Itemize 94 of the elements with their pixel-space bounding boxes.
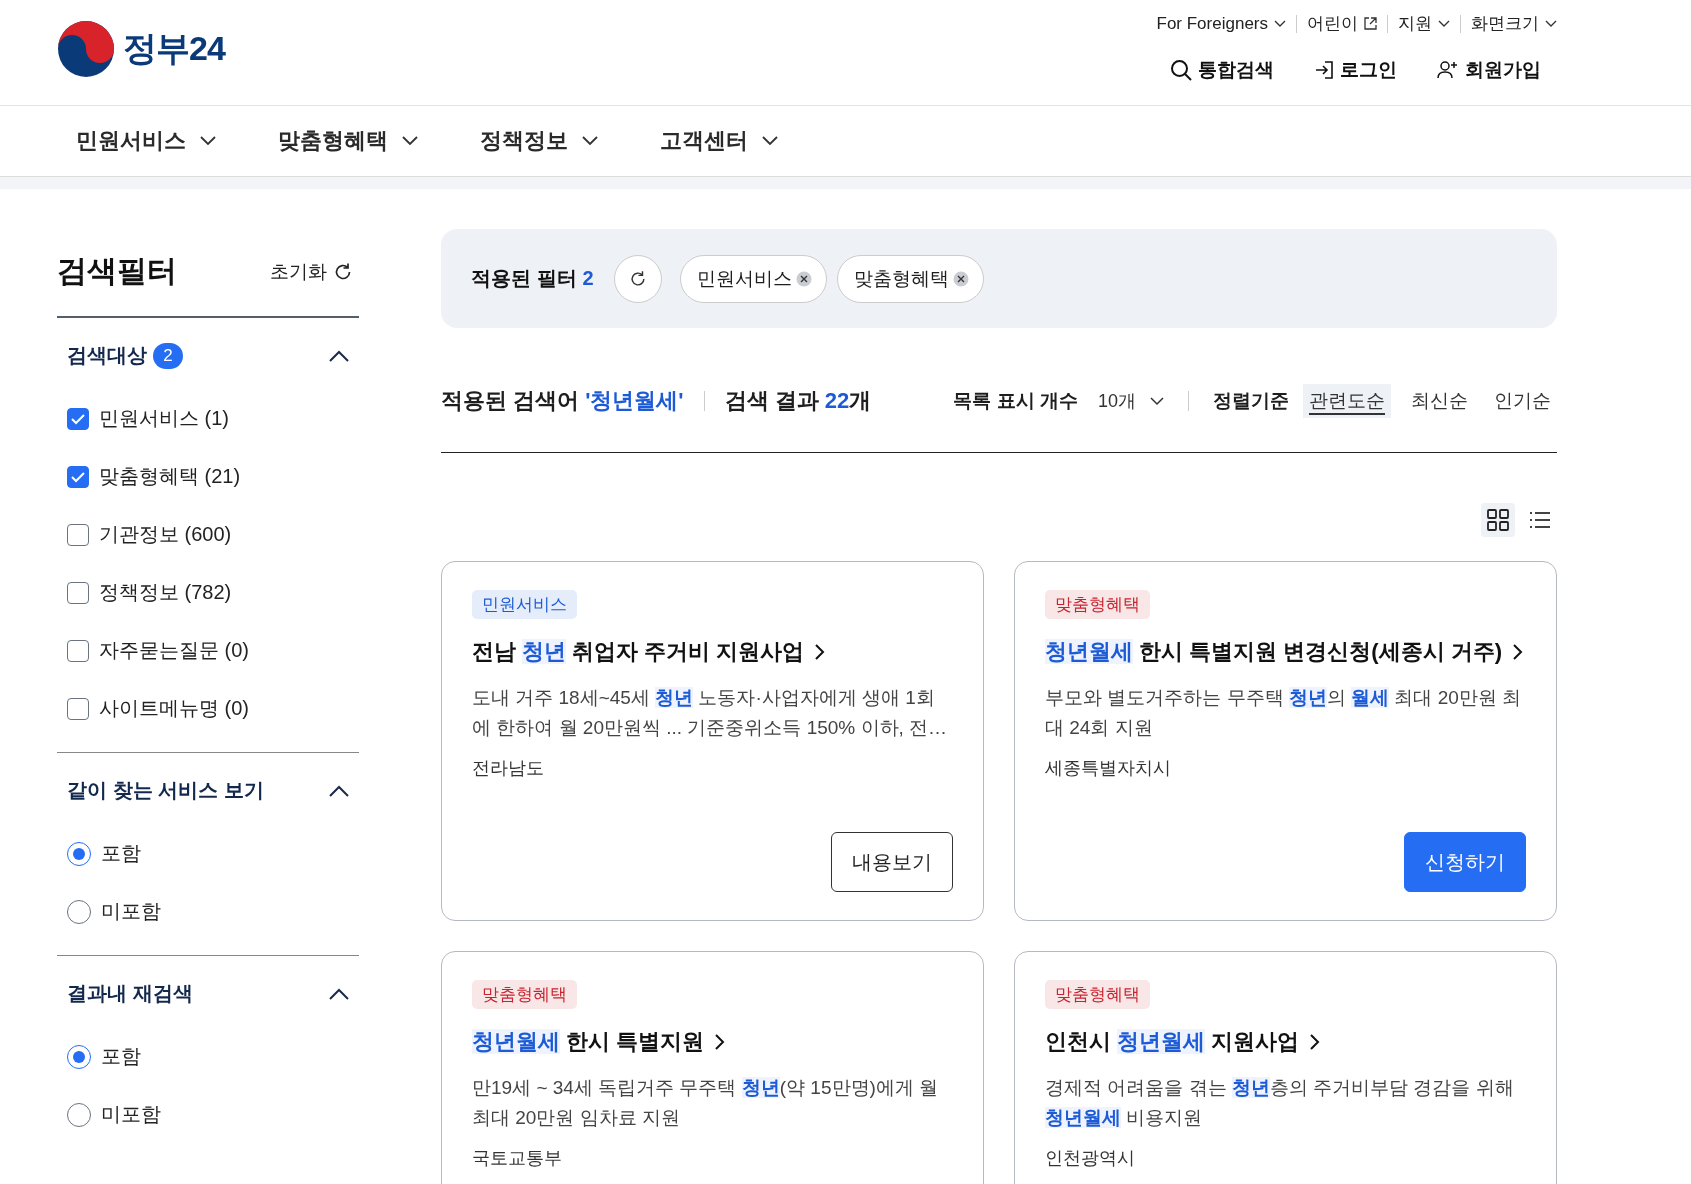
grid-view-button[interactable]: [1481, 503, 1515, 537]
checkbox-label: 정책정보 (782): [99, 580, 232, 605]
category-tag: 맞춤형혜택: [472, 980, 577, 1009]
checkbox[interactable]: [67, 523, 89, 546]
checkbox[interactable]: [67, 697, 89, 720]
sort-label: 정렬기준: [1213, 389, 1289, 413]
organization-name: 전라남도: [472, 756, 544, 780]
utility-link[interactable]: 지원: [1398, 12, 1450, 35]
checkbox[interactable]: [67, 581, 89, 604]
result-count-label: 검색 결과: [724, 387, 819, 415]
checkbox-label: 자주묻는질문 (0): [99, 638, 249, 663]
applied-filter-count: 2: [582, 267, 594, 290]
organization-name: 인천광역시: [1045, 1146, 1135, 1170]
category-tag: 맞춤형혜택: [1045, 590, 1150, 619]
chevron-right-icon: [1512, 643, 1524, 661]
radio-label: 미포함: [101, 899, 161, 924]
refresh-icon: [628, 269, 647, 288]
organization-name: 국토교통부: [472, 1146, 562, 1170]
filter-chip[interactable]: 맞춤형혜택: [836, 254, 984, 303]
search-term: '청년월세': [585, 387, 684, 415]
chevron-down-icon: [762, 136, 778, 146]
apply-button[interactable]: 신청하기: [1404, 832, 1526, 892]
radio-label: 미포함: [101, 1102, 161, 1127]
add-user-icon: [1437, 60, 1459, 80]
section-title: 결과내 재검색: [67, 981, 193, 1006]
grid-icon: [1486, 508, 1510, 532]
checkbox[interactable]: [67, 407, 89, 430]
chevron-down-icon: [582, 136, 598, 146]
check-icon: [70, 470, 86, 483]
header-action-link[interactable]: 로그인: [1314, 57, 1397, 83]
nav-menu-item[interactable]: 정책정보: [480, 126, 598, 156]
logo-text[interactable]: 정부24: [123, 26, 225, 72]
remove-icon[interactable]: [795, 270, 812, 287]
card-title-link[interactable]: 전남 청년 취업자 주거비 지원사업: [472, 637, 826, 667]
chevron-up-icon[interactable]: [329, 784, 349, 797]
utility-link[interactable]: 어린이: [1307, 12, 1377, 35]
filter-title: 검색필터: [57, 253, 177, 289]
sort-option[interactable]: 최신순: [1405, 384, 1474, 418]
remove-icon[interactable]: [952, 270, 969, 287]
result-count: 22개: [824, 387, 872, 415]
section-title: 검색대상: [67, 343, 147, 368]
checkbox-label: 사이트메뉴명 (0): [99, 696, 249, 721]
chevron-down-icon: [1150, 396, 1164, 406]
filter-chip[interactable]: 민원서비스: [679, 254, 827, 303]
chevron-right-icon: [814, 643, 826, 661]
card-description: 부모와 별도거주하는 무주택 청년의 월세 최대 20만원 최대 24회 지원: [1045, 686, 1523, 741]
sort-option[interactable]: 관련도순: [1303, 384, 1391, 418]
external-link-icon: [1364, 17, 1377, 30]
chevron-down-icon: [1438, 19, 1450, 28]
checkbox-label: 기관정보 (600): [99, 522, 232, 547]
checkbox-label: 민원서비스 (1): [99, 406, 229, 431]
card-description: 도내 거주 18세~45세 청년 노동자·사업자에게 생애 1회에 한하여 월 20만원씩 ... 기준중위소득 150% 이하, 전…: [472, 686, 949, 741]
chevron-down-icon: [1274, 19, 1286, 28]
radio-label: 포함: [101, 1044, 141, 1069]
search-icon: [1170, 59, 1192, 81]
radio-label: 포함: [101, 841, 141, 866]
chevron-up-icon[interactable]: [329, 349, 349, 362]
utility-link[interactable]: 화면크기: [1471, 12, 1557, 35]
nav-menu-item[interactable]: 민원서비스: [76, 126, 216, 156]
utility-link[interactable]: For Foreigners: [1156, 13, 1286, 34]
page-size-dropdown[interactable]: 10개: [1087, 389, 1164, 413]
card-title-link[interactable]: 청년월세 한시 특별지원 변경신청(세종시 거주): [1045, 637, 1524, 667]
checkbox[interactable]: [67, 465, 89, 488]
refresh-icon: [333, 261, 353, 282]
chevron-up-icon[interactable]: [329, 987, 349, 1000]
logo-emblem-icon: [57, 20, 115, 78]
login-icon: [1314, 60, 1334, 80]
card-title-link[interactable]: 인천시 청년월세 지원사업: [1045, 1027, 1321, 1057]
card-description: 만19세 ~ 34세 독립거주 무주택 청년(약 15만명)에게 월 최대 20만원 임차료 지원: [472, 1076, 940, 1131]
card-description: 경제적 어려움을 겪는 청년층의 주거비부담 경감을 위해 청년월세 비용지원: [1045, 1076, 1515, 1131]
search-term-label: 적용된 검색어: [441, 387, 580, 415]
chevron-down-icon: [1545, 19, 1557, 28]
chevron-right-icon: [714, 1033, 726, 1051]
header-action-link[interactable]: 통합검색: [1170, 57, 1274, 83]
reset-button[interactable]: 초기화: [270, 258, 359, 285]
count-badge: 2: [153, 342, 183, 369]
view-details-button[interactable]: 내용보기: [831, 832, 953, 892]
chevron-down-icon: [402, 136, 418, 146]
page-size-label: 목록 표시 개수: [953, 389, 1078, 413]
chevron-down-icon: [200, 136, 216, 146]
header-action-link[interactable]: 회원가입: [1437, 57, 1541, 83]
category-tag: 민원서비스: [472, 590, 577, 619]
category-tag: 맞춤형혜택: [1045, 980, 1150, 1009]
nav-menu-item[interactable]: 맞춤형혜택: [278, 126, 418, 156]
organization-name: 세종특별자치시: [1045, 756, 1171, 780]
nav-menu-item[interactable]: 고객센터: [660, 126, 778, 156]
chevron-right-icon: [1309, 1033, 1321, 1051]
checkbox[interactable]: [67, 639, 89, 662]
check-icon: [70, 412, 86, 425]
section-title: 같이 찾는 서비스 보기: [67, 778, 264, 803]
applied-filter-label: 적용된 필터: [471, 266, 577, 291]
sort-option[interactable]: 인기순: [1488, 384, 1557, 418]
checkbox-label: 맞춤형혜택 (21): [99, 464, 241, 489]
card-title-link[interactable]: 청년월세 한시 특별지원: [472, 1027, 726, 1057]
